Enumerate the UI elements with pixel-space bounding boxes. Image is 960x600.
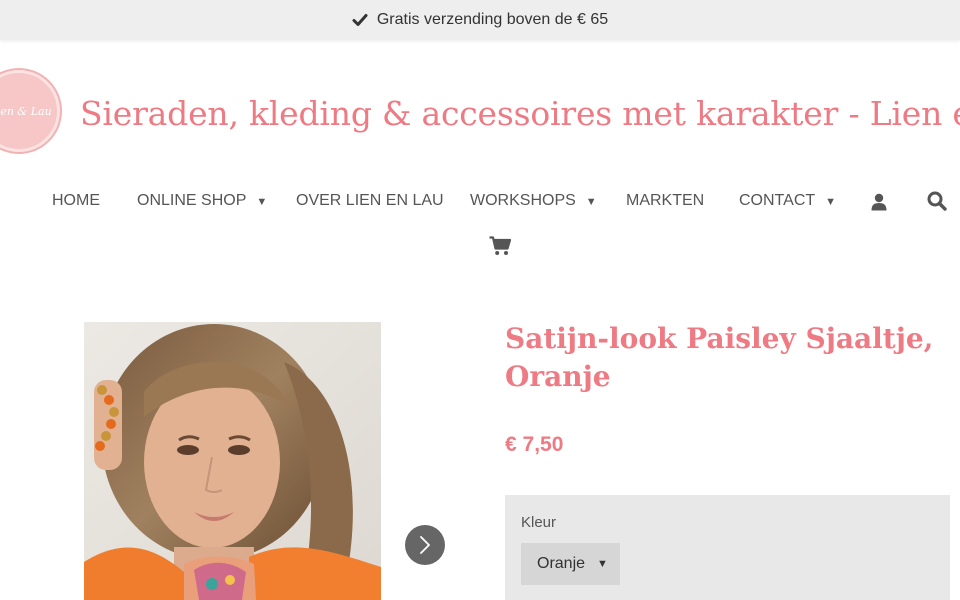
nav-item-contact[interactable]: CONTACT ▼ [739,188,836,215]
chevron-down-icon: ▼ [256,196,268,208]
site-title[interactable]: Sieraden, kleding & accessoires met kara… [80,94,960,133]
search-icon[interactable] [927,191,947,211]
nav-item-label: CONTACT [739,192,816,209]
logo-text: en & Lau [0,104,52,118]
chevron-down-icon: ▼ [825,196,837,208]
option-label: Kleur [521,514,557,531]
site-logo[interactable]: en & Lau [0,70,60,152]
nav-item-markten[interactable]: MARKTEN [626,188,704,214]
product-title: Satijn-look Paisley Sjaaltje, Oranje [505,322,934,393]
chevron-down-icon: ▼ [597,558,608,570]
announcement-bar: Gratis verzending boven de € 65 [0,0,960,40]
product-options-panel: Kleur Oranje ▼ [505,495,950,600]
main-navigation: HOME ONLINE SHOP ▼ OVER LIEN EN LAU WORKS… [0,188,960,214]
cart-icon[interactable] [489,236,511,256]
nav-item-over-lien-en-lau[interactable]: OVER LIEN EN LAU [296,188,444,214]
nav-item-label: HOME [52,192,100,209]
nav-item-workshops[interactable]: WORKSHOPS ▼ [470,188,597,215]
carousel-next-button[interactable] [405,525,445,565]
product-price: € 7,50 [505,433,564,456]
nav-item-online-shop[interactable]: ONLINE SHOP ▼ [137,188,267,215]
nav-item-label: WORKSHOPS [470,192,576,209]
user-icon[interactable] [871,193,887,211]
chevron-right-icon [420,536,430,554]
nav-item-home[interactable]: HOME [52,188,100,214]
color-select-value: Oranje [537,555,586,572]
nav-item-label: OVER LIEN EN LAU [296,192,444,209]
product-image[interactable] [84,322,381,600]
nav-item-label: ONLINE SHOP [137,192,247,209]
color-select[interactable]: Oranje ▼ [521,543,620,585]
nav-item-label: MARKTEN [626,192,705,209]
check-icon [352,14,368,26]
announcement-text: Gratis verzending boven de € 65 [376,11,609,28]
product-photo [84,322,381,600]
chevron-down-icon: ▼ [585,196,597,208]
